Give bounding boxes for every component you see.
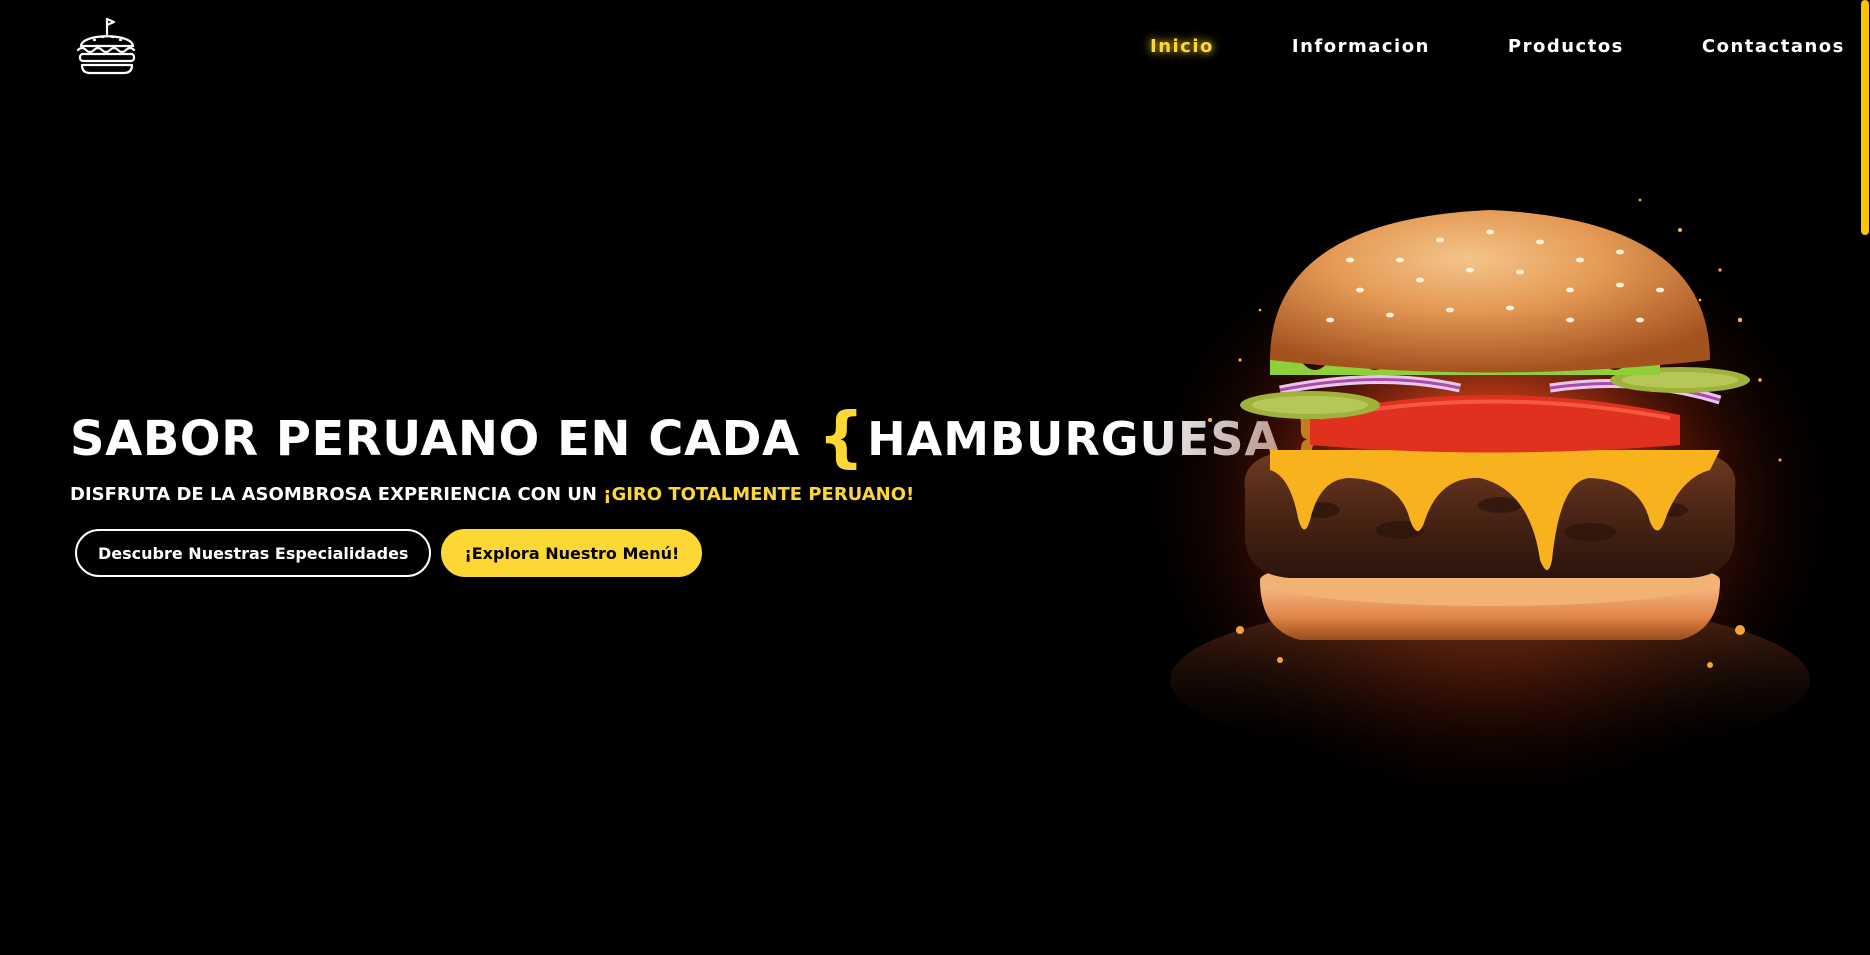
hero-subtitle-accent: ¡GIRO TOTALMENTE PERUANO! [603, 484, 915, 505]
nav-item-informacion[interactable]: Informacion [1292, 36, 1430, 57]
specialties-button[interactable]: Descubre Nuestras Especialidades [75, 529, 432, 577]
menu-button[interactable]: ¡Explora Nuestro Menú! [441, 529, 703, 577]
nav-item-inicio[interactable]: Inicio [1150, 36, 1214, 57]
hero-subtitle-main: DISFRUTA DE LA ASOMBROSA EXPERIENCIA CON… [70, 484, 604, 505]
scrollbar-thumb[interactable] [1861, 0, 1869, 235]
brace-open: { [817, 398, 866, 475]
hero-title-prefix: SABOR PERUANO EN CADA [70, 411, 800, 467]
main-nav: Inicio Informacion Productos Contactanos [1150, 36, 1845, 57]
nav-item-productos[interactable]: Productos [1508, 36, 1624, 57]
burger-logo-icon[interactable] [72, 16, 142, 76]
hero-burger-image [1120, 160, 1860, 800]
site-header: Inicio Informacion Productos Contactanos [0, 0, 1870, 100]
landing-page: Inicio Informacion Productos Contactanos… [0, 0, 1870, 955]
page-scrollbar[interactable] [1860, 0, 1870, 955]
nav-item-contactanos[interactable]: Contactanos [1702, 36, 1845, 57]
